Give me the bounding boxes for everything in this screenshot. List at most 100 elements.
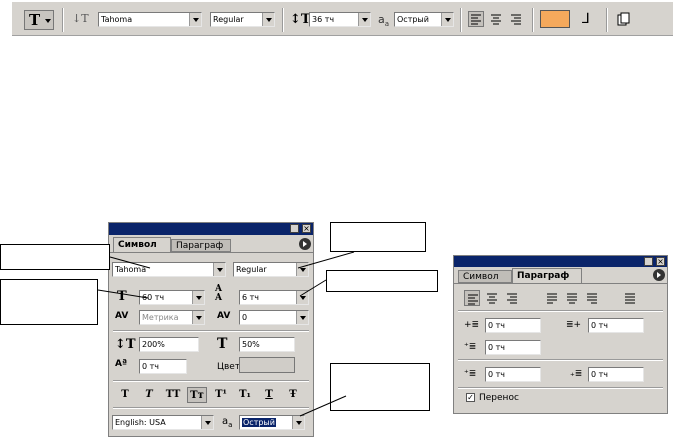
- leading-icon: AA: [215, 284, 222, 303]
- chevron-down-icon: [45, 19, 51, 23]
- chevron-down-icon: [296, 263, 308, 276]
- font-family-select[interactable]: Tahoma: [112, 262, 226, 277]
- callout-box: [0, 279, 98, 325]
- style-button[interactable]: T₁: [235, 387, 255, 403]
- vertical-scale-field[interactable]: 200%: [139, 337, 199, 352]
- hyphenate-checkbox[interactable]: ✓: [466, 393, 475, 402]
- antialias-value: Острый: [242, 418, 276, 427]
- group-divider: [113, 330, 309, 332]
- minimize-icon[interactable]: [644, 257, 653, 266]
- space-after-value: 0 тч: [591, 370, 609, 379]
- font-family-select[interactable]: Tahoma: [98, 12, 202, 27]
- color-swatch[interactable]: [239, 357, 295, 373]
- baseline-shift-field[interactable]: 0 тч: [139, 359, 187, 374]
- style-button[interactable]: T: [139, 387, 159, 403]
- text-orientation-button[interactable]: ↓T: [68, 11, 90, 29]
- indent-left-icon: +≣: [464, 320, 480, 330]
- font-style-select[interactable]: Regular: [210, 12, 275, 27]
- tool-preset-button[interactable]: T: [24, 10, 54, 30]
- justify-last-center-button[interactable]: [564, 290, 580, 306]
- leading-select[interactable]: 6 тч: [239, 290, 309, 305]
- indent-left-field[interactable]: 0 тч: [485, 318, 541, 333]
- align-left-icon: [471, 14, 481, 25]
- separator: [62, 8, 64, 32]
- chevron-down-icon: [213, 263, 225, 276]
- tracking-select[interactable]: 0: [239, 310, 309, 325]
- justify-all-button[interactable]: [622, 290, 638, 306]
- align-left-button[interactable]: [468, 11, 484, 27]
- indent-right-value: 0 тч: [591, 321, 609, 330]
- tab-symbol[interactable]: Символ: [113, 237, 171, 252]
- font-style-value: Regular: [213, 15, 244, 24]
- style-button[interactable]: T¹: [211, 387, 231, 403]
- text-color-swatch[interactable]: [540, 10, 570, 28]
- callout-box: [330, 222, 426, 252]
- group-divider: [458, 359, 663, 361]
- justify-last-left-button[interactable]: [544, 290, 560, 306]
- horizontal-scale-value: 50%: [242, 340, 260, 349]
- warp-text-button[interactable]: ⅃: [578, 10, 598, 30]
- indent-first-line-field[interactable]: 0 тч: [485, 340, 541, 355]
- align-right-icon: [511, 14, 521, 25]
- indent-left-value: 0 тч: [488, 321, 506, 330]
- style-button[interactable]: TT: [163, 387, 183, 403]
- indent-first-line-value: 0 тч: [488, 343, 506, 352]
- align-center-icon: [491, 14, 501, 25]
- justify-last-right-button[interactable]: [584, 290, 600, 306]
- minimize-icon[interactable]: [290, 224, 299, 233]
- panel-menu-icon[interactable]: [653, 269, 665, 281]
- font-size-icon: T: [117, 289, 127, 304]
- separator: [532, 8, 534, 32]
- align-right-button[interactable]: [508, 11, 524, 27]
- tab-label: Параграф: [517, 271, 570, 281]
- style-button[interactable]: Tт: [187, 387, 207, 403]
- font-size-select[interactable]: 60 тч: [139, 290, 205, 305]
- alignment-buttons-row: [464, 290, 664, 306]
- paragraph-panel: × Символ Параграф +≣ 0 тч ≣+ 0 тч ⁺≣ 0 т…: [453, 255, 668, 414]
- align-right-icon: [507, 293, 517, 304]
- tracking-icon: AV: [217, 311, 231, 321]
- close-icon[interactable]: ×: [302, 224, 311, 233]
- close-icon[interactable]: ×: [656, 257, 665, 266]
- callout-box: [326, 270, 438, 292]
- panel-menu-icon[interactable]: [299, 238, 311, 250]
- chevron-down-icon: [296, 311, 308, 324]
- antialias-select[interactable]: Острый: [239, 415, 305, 430]
- align-center-button[interactable]: [488, 11, 504, 27]
- baseline-shift-value: 0 тч: [142, 362, 160, 371]
- align-center-icon: [487, 293, 497, 304]
- language-select[interactable]: English: USA: [112, 415, 214, 430]
- panel-titlebar: ×: [109, 223, 313, 235]
- style-button[interactable]: T: [115, 387, 135, 403]
- space-after-field[interactable]: 0 тч: [588, 367, 644, 382]
- tab-label: Параграф: [176, 241, 224, 251]
- justify-all-icon: [625, 293, 635, 304]
- text-orientation-icon: ↓T: [72, 12, 89, 25]
- tab-symbol[interactable]: Символ: [458, 270, 512, 283]
- style-button[interactable]: T: [259, 387, 279, 403]
- tab-body-line: [454, 283, 667, 284]
- space-before-field[interactable]: 0 тч: [485, 367, 541, 382]
- horizontal-scale-field[interactable]: 50%: [239, 337, 295, 352]
- align-center-button[interactable]: [484, 290, 500, 306]
- chevron-down-icon: [192, 291, 204, 304]
- font-size-select[interactable]: 36 тч: [309, 12, 371, 27]
- align-right-button[interactable]: [504, 290, 520, 306]
- callout-box: [0, 244, 110, 270]
- align-left-button[interactable]: [464, 290, 480, 306]
- font-style-value: Regular: [236, 265, 267, 274]
- font-style-select[interactable]: Regular: [233, 262, 309, 277]
- font-size-icon: ↕T: [290, 12, 311, 27]
- indent-right-field[interactable]: 0 тч: [588, 318, 644, 333]
- chevron-down-icon: [262, 13, 274, 26]
- group-divider: [458, 310, 663, 312]
- palettes-button[interactable]: [614, 10, 634, 30]
- kerning-select[interactable]: Метрика: [139, 310, 205, 325]
- tracking-value: 0: [242, 313, 248, 322]
- panel-titlebar: ×: [454, 256, 667, 267]
- style-button[interactable]: Ŧ: [283, 387, 303, 403]
- antialias-select[interactable]: Острый: [394, 12, 454, 27]
- tab-paragraph[interactable]: Параграф: [512, 268, 582, 283]
- indent-right-icon: ≣+: [566, 320, 582, 330]
- tab-paragraph[interactable]: Параграф: [171, 239, 231, 252]
